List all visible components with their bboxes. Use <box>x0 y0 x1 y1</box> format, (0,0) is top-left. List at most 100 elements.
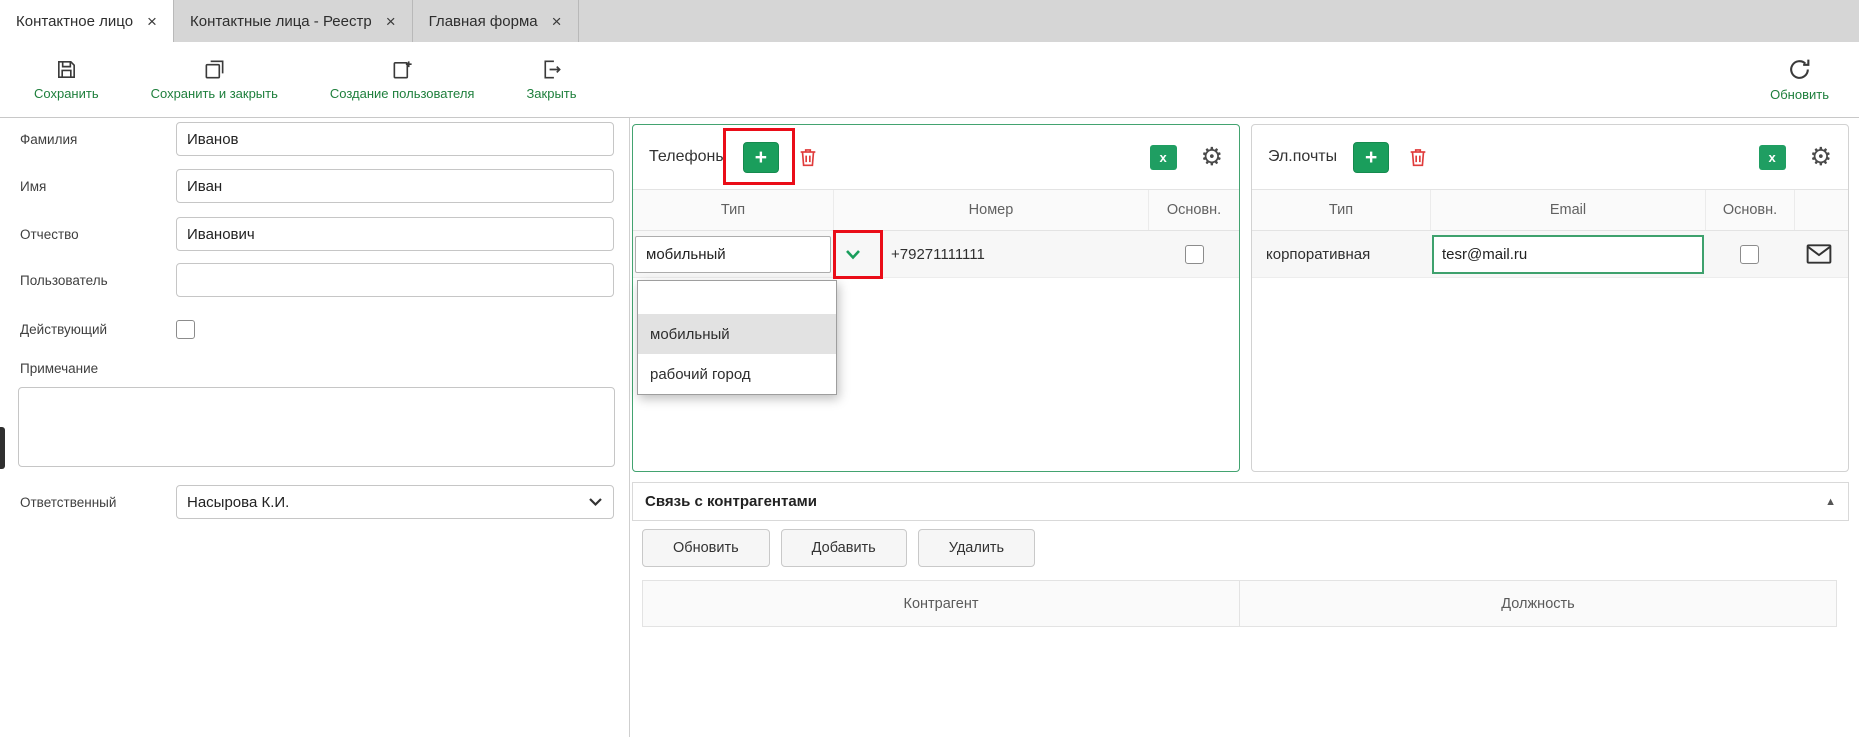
emails-panel: Эл.почты + x ⚙ Тип Email Основн. корпора… <box>1251 124 1849 472</box>
emails-grid-header: Тип Email Основн. <box>1252 189 1848 231</box>
active-checkbox[interactable] <box>176 320 195 339</box>
phone-main-checkbox[interactable] <box>1185 245 1204 264</box>
contractors-col-position: Должность <box>1239 581 1836 626</box>
dropdown-option-empty[interactable] <box>638 281 836 314</box>
create-user-label: Создание пользователя <box>330 86 475 101</box>
phones-col-number: Номер <box>833 190 1148 230</box>
responsible-select[interactable]: Насырова К.И. <box>176 485 614 519</box>
save-icon <box>55 58 78 81</box>
save-button[interactable]: Сохранить <box>34 58 99 101</box>
phones-add-button[interactable]: + <box>743 142 779 173</box>
phone-number-cell[interactable]: +79271111111 <box>891 231 985 278</box>
phones-excel-export-button[interactable]: x <box>1150 145 1177 170</box>
save-label: Сохранить <box>34 86 99 101</box>
active-label: Действующий <box>20 322 176 337</box>
active-row: Действующий <box>20 312 614 346</box>
contractors-panel: Связь с контрагентами ▲ Обновить Добавит… <box>632 482 1849 737</box>
emails-panel-header: Эл.почты + x ⚙ <box>1252 125 1848 189</box>
contractors-delete-button[interactable]: Удалить <box>918 529 1035 567</box>
tab-label: Контактное лицо <box>16 13 133 30</box>
save-and-close-label: Сохранить и закрыть <box>151 86 278 101</box>
tab-close-icon[interactable]: × <box>386 13 396 30</box>
emails-col-type: Тип <box>1252 190 1430 230</box>
patronymic-input[interactable] <box>176 217 614 251</box>
email-row: корпоративная <box>1252 231 1848 278</box>
patronymic-label: Отчество <box>20 227 176 242</box>
chevron-down-icon <box>588 497 603 507</box>
phones-grid-header: Тип Номер Основн. <box>633 189 1239 231</box>
tab-contacts-registry[interactable]: Контактные лица - Реестр × <box>173 0 413 42</box>
responsible-row: Ответственный Насырова К.И. <box>20 485 614 519</box>
emails-col-actions <box>1794 190 1848 230</box>
email-input[interactable] <box>1432 235 1704 274</box>
phones-settings-gear-icon[interactable]: ⚙ <box>1201 145 1223 170</box>
toolbar-left-group: Сохранить Сохранить и закрыть Создание п… <box>34 58 577 101</box>
save-and-close-icon <box>203 58 226 81</box>
contractors-title: Связь с контрагентами <box>645 493 817 510</box>
user-row: Пользователь <box>20 263 614 297</box>
refresh-icon <box>1787 57 1812 82</box>
toolbar-right-group: Обновить <box>1770 57 1829 102</box>
send-email-envelope-icon[interactable] <box>1806 243 1832 270</box>
refresh-label: Обновить <box>1770 87 1829 102</box>
dropdown-option-mobile[interactable]: мобильный <box>638 314 836 354</box>
phones-title: Телефоны <box>649 148 727 166</box>
firstname-input[interactable] <box>176 169 614 203</box>
firstname-row: Имя <box>20 169 614 203</box>
emails-add-button[interactable]: + <box>1353 142 1389 173</box>
phone-type-combobox[interactable] <box>635 236 831 273</box>
phones-panel: Телефоны + x ⚙ Тип Номер Основн. <box>632 124 1240 472</box>
contractors-refresh-button[interactable]: Обновить <box>642 529 770 567</box>
tab-label: Главная форма <box>429 13 538 30</box>
refresh-button[interactable]: Обновить <box>1770 57 1829 102</box>
lastname-input[interactable] <box>176 122 614 156</box>
phones-col-type: Тип <box>633 190 833 230</box>
create-user-icon <box>391 58 414 81</box>
phone-row: +79271111111 <box>633 231 1239 278</box>
save-and-close-button[interactable]: Сохранить и закрыть <box>151 58 278 101</box>
create-user-button[interactable]: Создание пользователя <box>330 58 475 101</box>
email-main-checkbox[interactable] <box>1740 245 1759 264</box>
phones-col-main: Основн. <box>1148 190 1239 230</box>
contractors-add-button[interactable]: Добавить <box>781 529 907 567</box>
tab-bar: Контактное лицо × Контактные лица - Реес… <box>0 0 1859 42</box>
contractors-toolbar: Обновить Добавить Удалить <box>642 529 1849 567</box>
left-edge-handle[interactable] <box>0 427 5 469</box>
emails-col-email: Email <box>1430 190 1705 230</box>
firstname-label: Имя <box>20 179 176 194</box>
lastname-row: Фамилия <box>20 122 614 156</box>
contractors-header[interactable]: Связь с контрагентами ▲ <box>632 482 1849 521</box>
emails-settings-gear-icon[interactable]: ⚙ <box>1810 145 1832 170</box>
dropdown-option-work-city[interactable]: рабочий город <box>638 354 836 394</box>
close-icon <box>540 58 563 81</box>
collapse-arrow-icon[interactable]: ▲ <box>1825 496 1836 508</box>
contractors-col-contractor: Контрагент <box>643 581 1239 626</box>
contact-form: Фамилия Имя Отчество Пользователь Действ… <box>0 118 630 737</box>
emails-delete-icon[interactable] <box>1407 146 1429 169</box>
tab-main-form[interactable]: Главная форма × <box>413 0 579 42</box>
app-window: Контактное лицо × Контактные лица - Реес… <box>0 0 1859 737</box>
emails-col-main: Основн. <box>1705 190 1794 230</box>
email-type-cell[interactable]: корпоративная <box>1266 231 1370 278</box>
responsible-label: Ответственный <box>20 495 176 510</box>
contractors-grid-header: Контрагент Должность <box>642 580 1837 627</box>
phones-delete-icon[interactable] <box>797 146 819 169</box>
phones-add-wrap: + <box>743 142 779 173</box>
responsible-value: Насырова К.И. <box>187 494 289 511</box>
emails-title: Эл.почты <box>1268 148 1337 166</box>
toolbar: Сохранить Сохранить и закрыть Создание п… <box>0 42 1859 118</box>
phone-type-dropdown-button[interactable] <box>831 236 875 273</box>
note-textarea[interactable] <box>18 387 615 467</box>
close-label: Закрыть <box>526 86 576 101</box>
close-button[interactable]: Закрыть <box>526 58 576 101</box>
tab-close-icon[interactable]: × <box>147 13 157 30</box>
lastname-label: Фамилия <box>20 132 176 147</box>
user-input[interactable] <box>176 263 614 297</box>
user-label: Пользователь <box>20 273 176 288</box>
patronymic-row: Отчество <box>20 217 614 251</box>
tab-contact-person[interactable]: Контактное лицо × <box>0 0 173 42</box>
emails-excel-export-button[interactable]: x <box>1759 145 1786 170</box>
emails-add-wrap: + <box>1353 142 1389 173</box>
tab-close-icon[interactable]: × <box>552 13 562 30</box>
phones-panel-header: Телефоны + x ⚙ <box>633 125 1239 189</box>
